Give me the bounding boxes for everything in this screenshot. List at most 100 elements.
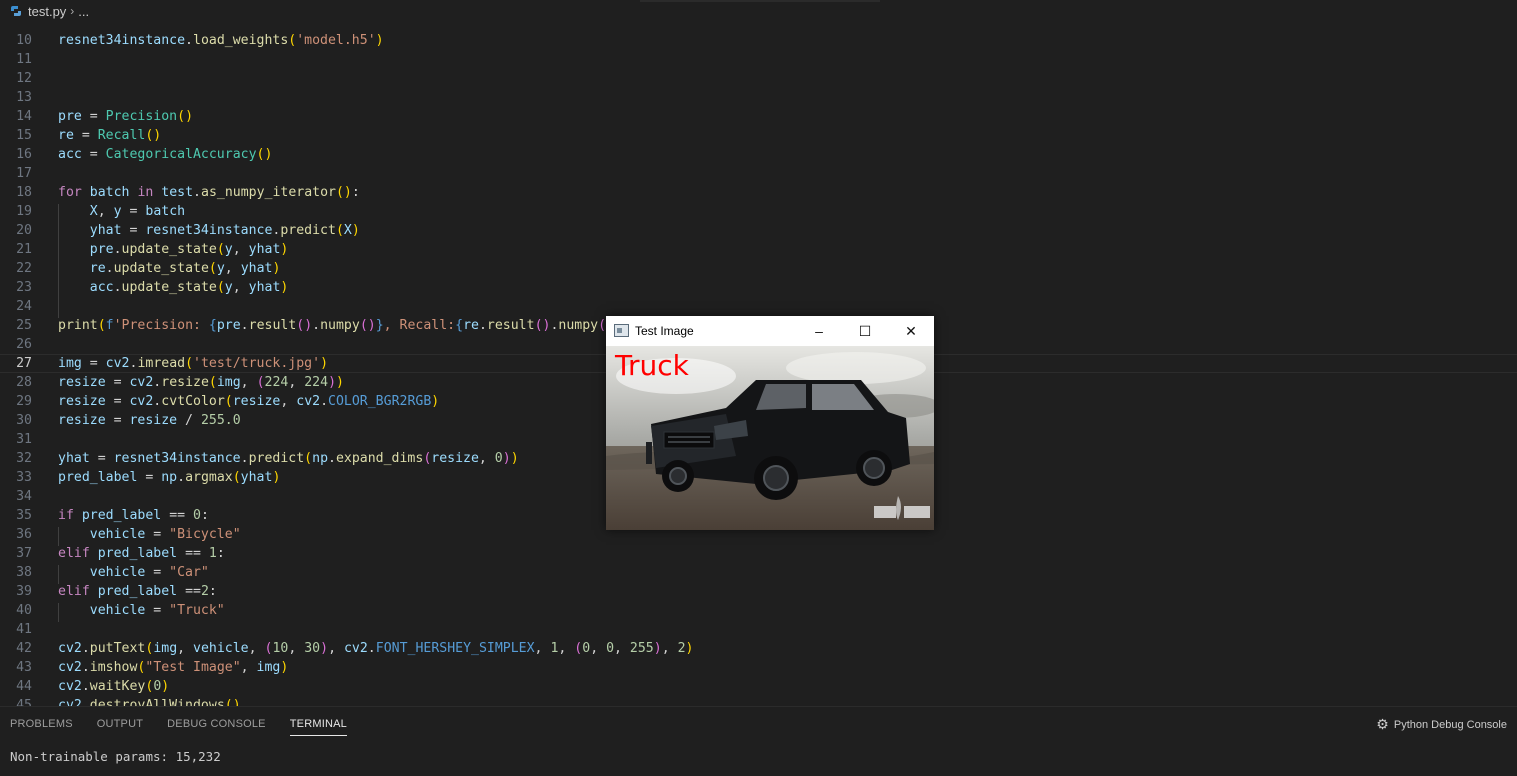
code-line[interactable]: 16 acc = CategoricalAccuracy() [0, 145, 1517, 164]
code-token: ) [320, 356, 329, 371]
window-titlebar[interactable]: Test Image – ☐ ✕ [606, 316, 934, 346]
tab-debug-console[interactable]: DEBUG CONSOLE [167, 710, 266, 738]
code-token: ( [224, 394, 233, 409]
code-line[interactable]: 43 cv2.imshow("Test Image", img) [0, 658, 1517, 677]
code-token: , [280, 394, 297, 409]
code-text[interactable]: elif pred_label == 1: [58, 544, 225, 563]
code-token: pre [89, 242, 114, 257]
truck-image: Truck [606, 346, 934, 530]
code-text[interactable]: X, y = batch [58, 202, 185, 221]
code-text[interactable]: acc = CategoricalAccuracy() [58, 145, 272, 164]
code-text[interactable]: resize = cv2.resize(img, (224, 224)) [58, 373, 344, 392]
code-text[interactable]: yhat = resnet34instance.predict(np.expan… [58, 449, 519, 468]
code-line[interactable]: 13 [0, 88, 1517, 107]
code-text[interactable]: vehicle = "Bicycle" [58, 525, 241, 544]
code-token: COLOR_BGR2RGB [328, 394, 432, 409]
code-text[interactable]: cv2.imshow("Test Image", img) [58, 658, 288, 677]
debug-console-label: Python Debug Console [1393, 718, 1507, 731]
code-text[interactable]: vehicle = "Truck" [58, 601, 225, 620]
code-line[interactable]: 11 [0, 50, 1517, 69]
code-text[interactable]: for batch in test.as_numpy_iterator(): [58, 183, 360, 202]
code-line[interactable]: 38 vehicle = "Car" [0, 563, 1517, 582]
breadcrumb-file[interactable]: test.py [28, 4, 66, 19]
code-token: ) [328, 375, 337, 390]
code-line[interactable]: 14 pre = Precision() [0, 107, 1517, 126]
code-token: () [145, 128, 162, 143]
code-text[interactable]: cv2.putText(img, vehicle, (10, 30), cv2.… [58, 639, 694, 658]
code-text[interactable]: if pred_label == 0: [58, 506, 209, 525]
code-text[interactable]: cv2.waitKey(0) [58, 677, 169, 696]
test-image-window[interactable]: Test Image – ☐ ✕ Truck [606, 316, 934, 530]
code-token: , [478, 451, 495, 466]
code-token: 255 [629, 641, 654, 656]
tab-problems[interactable]: PROBLEMS [10, 710, 73, 738]
code-text[interactable]: resize = resize / 255.0 [58, 411, 241, 430]
code-line[interactable]: 45 cv2.destroyAllWindows() [0, 696, 1517, 706]
minimize-button[interactable]: – [796, 316, 842, 346]
code-token: 0 [193, 508, 201, 523]
code-token: , [288, 641, 305, 656]
code-text[interactable]: img = cv2.imread('test/truck.jpg') [58, 355, 328, 372]
code-text[interactable]: pre.update_state(y, yhat) [58, 240, 289, 259]
line-number: 31 [16, 432, 32, 447]
code-token: as_numpy_iterator [201, 185, 336, 200]
code-line[interactable]: 10 resnet34instance.load_weights('model.h… [0, 31, 1517, 50]
code-line[interactable]: 22 re.update_state(y, yhat) [0, 259, 1517, 278]
code-token: , [232, 280, 249, 295]
code-text[interactable]: print(f'Precision: {pre.result().numpy()… [58, 316, 622, 335]
code-line[interactable]: 40 vehicle = "Truck" [0, 601, 1517, 620]
code-token: img [153, 641, 178, 656]
code-line[interactable]: 42 cv2.putText(img, vehicle, (10, 30), cv… [0, 639, 1517, 658]
code-token: yhat [89, 223, 122, 238]
code-token: == [177, 546, 209, 561]
code-token: img [58, 356, 82, 371]
code-text[interactable]: acc.update_state(y, yhat) [58, 278, 289, 297]
code-line[interactable]: 18 for batch in test.as_numpy_iterator(): [0, 183, 1517, 202]
code-text[interactable]: cv2.destroyAllWindows() [58, 696, 241, 706]
code-token: in [137, 185, 154, 200]
line-number: 32 [16, 451, 32, 466]
code-token: ( [232, 470, 241, 485]
code-text[interactable]: elif pred_label ==2: [58, 582, 217, 601]
code-line[interactable]: 37 elif pred_label == 1: [0, 544, 1517, 563]
code-line[interactable]: 23 acc.update_state(y, yhat) [0, 278, 1517, 297]
code-token: , [248, 641, 265, 656]
code-line[interactable]: 19 X, y = batch [0, 202, 1517, 221]
breadcrumb: test.py › ... [0, 0, 1517, 22]
code-line[interactable]: 12 [0, 69, 1517, 88]
code-text[interactable]: pred_label = np.argmax(yhat) [58, 468, 280, 487]
code-token: = [81, 109, 106, 124]
tab-terminal[interactable]: TERMINAL [289, 710, 348, 738]
maximize-button[interactable]: ☐ [842, 316, 888, 346]
title-drag-area [640, 0, 880, 2]
code-text[interactable]: pre = Precision() [58, 107, 193, 126]
tab-output[interactable]: OUTPUT [97, 710, 143, 738]
code-token: "Car" [169, 565, 209, 580]
code-token: ) [272, 470, 281, 485]
terminal-output[interactable]: Non-trainable params: 15,232 [10, 749, 221, 764]
code-text[interactable]: resize = cv2.cvtColor(resize, cv2.COLOR_… [58, 392, 439, 411]
code-line[interactable]: 44 cv2.waitKey(0) [0, 677, 1517, 696]
code-line[interactable]: 20 yhat = resnet34instance.predict(X) [0, 221, 1517, 240]
code-text[interactable]: yhat = resnet34instance.predict(X) [58, 221, 360, 240]
code-token: ( [97, 318, 106, 333]
code-line[interactable]: 39 elif pred_label ==2: [0, 582, 1517, 601]
code-line[interactable]: 41 [0, 620, 1517, 639]
breadcrumb-rest[interactable]: ... [78, 4, 89, 19]
code-token: { [208, 318, 217, 333]
close-button[interactable]: ✕ [888, 316, 934, 346]
code-token: numpy [320, 318, 360, 333]
code-text[interactable]: re.update_state(y, yhat) [58, 259, 281, 278]
code-text[interactable]: vehicle = "Car" [58, 563, 209, 582]
code-token: cv2 [58, 698, 82, 706]
code-line[interactable]: 15 re = Recall() [0, 126, 1517, 145]
code-text[interactable]: re = Recall() [58, 126, 161, 145]
code-token: . [185, 33, 193, 48]
code-line[interactable]: 17 [0, 164, 1517, 183]
code-text[interactable]: resnet34instance.load_weights('model.h5'… [58, 31, 384, 50]
window-title: Test Image [635, 324, 694, 338]
code-line[interactable]: 21 pre.update_state(y, yhat) [0, 240, 1517, 259]
code-line[interactable]: 24 [0, 297, 1517, 316]
python-debug-console-button[interactable]: ⚙ Python Debug Console [1376, 716, 1507, 733]
